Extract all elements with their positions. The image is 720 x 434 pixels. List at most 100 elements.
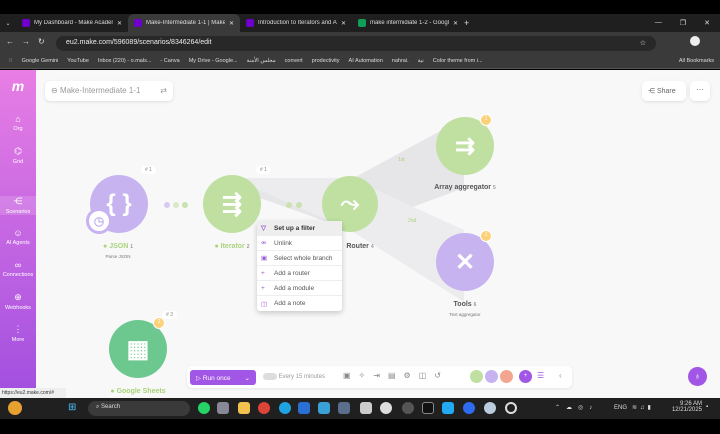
- calculator-icon[interactable]: [338, 402, 350, 414]
- sidebar-item-webhooks[interactable]: ⊕ Webhooks: [0, 292, 36, 311]
- camera-icon[interactable]: [380, 402, 392, 414]
- bookmark[interactable]: My Drive - Google...: [189, 58, 238, 64]
- operations-badge[interactable]: 2: [153, 317, 165, 329]
- bookmark[interactable]: nahrai.: [392, 58, 409, 64]
- module-sublabel: Parse JSON: [105, 254, 131, 259]
- whatsapp-icon[interactable]: [198, 402, 210, 414]
- clock[interactable]: 9:26 AM 12/21/2025: [668, 401, 702, 413]
- add-module-button[interactable]: +: [519, 370, 532, 383]
- make-icon: [22, 19, 30, 27]
- swap-icon[interactable]: ⇄: [160, 86, 167, 95]
- chevron-down-icon[interactable]: ⌄: [245, 374, 250, 382]
- module-label: Tools 6: [453, 301, 477, 308]
- flow-control-icon[interactable]: [470, 370, 483, 383]
- sidebar-item-ai-agents[interactable]: ☺ AI Agents: [0, 228, 36, 246]
- module-iterator[interactable]: ⇶: [203, 175, 261, 233]
- bookmark[interactable]: مجلس الأمنة: [247, 58, 276, 64]
- menu-item-unlink[interactable]: ⚮ Unlink: [257, 236, 342, 251]
- menu-item-add-router[interactable]: + Add a router: [257, 266, 342, 281]
- weather-icon[interactable]: [8, 401, 22, 415]
- settings-icon[interactable]: [217, 402, 229, 414]
- sidebar-item-connections[interactable]: ∞ Connections: [0, 260, 36, 278]
- tab-2[interactable]: Introduction to Iterators and A ✕: [240, 14, 352, 32]
- collapse-icon[interactable]: ‹: [559, 371, 562, 380]
- menu-item-add-module[interactable]: + Add a module: [257, 281, 342, 296]
- bottom-toolbar: ▷ Run once ⌄ Every 15 minutes ▣✧⇥▤⚙◫↺ + ☰…: [187, 366, 572, 388]
- vscode-icon[interactable]: [442, 402, 454, 414]
- close-icon[interactable]: ✕: [341, 20, 346, 27]
- copilot-icon[interactable]: [505, 402, 517, 414]
- close-icon[interactable]: ✕: [117, 20, 122, 27]
- more-icon: ⋮: [13, 324, 23, 334]
- operations-badge[interactable]: 1: [480, 230, 492, 242]
- mail-icon[interactable]: [298, 402, 310, 414]
- address-bar: ←→↻ eu2.make.com/596089/scenarios/834626…: [0, 32, 720, 54]
- sidebar-item-grid[interactable]: ⌬ Grid: [0, 146, 36, 165]
- tool-icons[interactable]: ▣✧⇥▤⚙◫↺: [343, 371, 449, 380]
- bookmark[interactable]: - Canva: [160, 58, 179, 64]
- grid-icon: ⌬: [14, 146, 22, 156]
- edge-icon[interactable]: [279, 402, 291, 414]
- close-icon[interactable]: ✕: [453, 20, 458, 27]
- notepad-icon[interactable]: [318, 402, 330, 414]
- share-button[interactable]: ⋲ Share: [642, 81, 686, 101]
- obs-icon[interactable]: [402, 402, 414, 414]
- bookmark[interactable]: YouTube: [67, 58, 89, 64]
- file-explorer-icon[interactable]: [238, 402, 250, 414]
- close-icon[interactable]: ✕: [229, 20, 234, 27]
- restore-icon[interactable]: ❐: [680, 19, 686, 27]
- bookmark[interactable]: convert: [285, 58, 303, 64]
- back-icon[interactable]: ⊖: [51, 86, 58, 95]
- tab-3[interactable]: make intermidiate 1-2 - Google ✕: [352, 14, 464, 32]
- bookmark[interactable]: Inbox (220) - o.mals...: [98, 58, 152, 64]
- app-icon[interactable]: [484, 402, 496, 414]
- menu-item-select-branch[interactable]: ▣ Select whole branch: [257, 251, 342, 266]
- scenario-title-bar: ⊖ Make-Intermediate 1-1 ⇄: [45, 81, 173, 101]
- clock-app-icon[interactable]: [360, 402, 372, 414]
- sidebar-item-org[interactable]: ⌂ Org: [0, 114, 36, 132]
- bookmark[interactable]: Color theme from i...: [433, 58, 483, 64]
- sidebar-item-more[interactable]: ⋮ More: [0, 324, 36, 343]
- list-icon[interactable]: ☰: [537, 371, 544, 380]
- connections-layer: [232, 118, 464, 302]
- taskbar-search[interactable]: ⌕ Search: [88, 401, 190, 416]
- new-tab-button[interactable]: +: [464, 18, 469, 28]
- language-indicator[interactable]: ENG: [614, 405, 627, 411]
- bookmark[interactable]: نية: [418, 58, 424, 64]
- notifications-icon[interactable]: ▪: [706, 404, 708, 410]
- more-options-button[interactable]: ···: [690, 81, 710, 101]
- make-logo: m: [11, 78, 25, 94]
- all-bookmarks[interactable]: All Bookmarks: [679, 58, 720, 64]
- tab-0[interactable]: My Dashboard - Make Academ ✕: [16, 14, 128, 32]
- zoom-icon[interactable]: [463, 402, 475, 414]
- chrome-icon[interactable]: [258, 402, 270, 414]
- network-volume-battery-icons[interactable]: ≋♫▮: [632, 404, 654, 411]
- hint-bulb-icon[interactable]: ♁: [688, 367, 707, 386]
- star-icon[interactable]: ☆: [640, 39, 646, 47]
- make-icon: [246, 19, 254, 27]
- tab-search-icon[interactable]: ⌄: [0, 20, 16, 27]
- run-once-button[interactable]: ▷ Run once ⌄: [190, 370, 256, 385]
- text-parser-icon[interactable]: [500, 370, 513, 383]
- scenario-title[interactable]: Make-Intermediate 1-1: [60, 86, 140, 95]
- operations-badge[interactable]: 1: [480, 114, 492, 126]
- nav-buttons[interactable]: ←→↻: [6, 37, 53, 46]
- menu-item-set-up-filter[interactable]: ▽ Set up a filter: [257, 221, 342, 236]
- url-input[interactable]: eu2.make.com/596089/scenarios/8346264/ed…: [56, 36, 656, 51]
- bookmark[interactable]: Google Gemini: [22, 58, 59, 64]
- close-window-icon[interactable]: ✕: [704, 19, 710, 27]
- terminal-icon[interactable]: [422, 402, 434, 414]
- schedule-toggle[interactable]: Every 15 minutes: [263, 373, 325, 380]
- apps-icon[interactable]: ⁙: [8, 58, 13, 64]
- menu-item-add-note[interactable]: ◫ Add a note: [257, 296, 342, 311]
- bookmark[interactable]: prodectivity: [312, 58, 340, 64]
- tab-1[interactable]: Make-Intermediate 1-1 | Make ✕: [128, 14, 240, 32]
- tools-shortcut-icon[interactable]: [485, 370, 498, 383]
- bookmark[interactable]: AI Automation: [349, 58, 383, 64]
- profile-avatar[interactable]: [690, 36, 700, 46]
- clock-icon[interactable]: ◷: [86, 208, 112, 234]
- windows-start-icon[interactable]: ⊞: [68, 402, 76, 413]
- minimize-icon[interactable]: —: [655, 19, 662, 27]
- system-tray[interactable]: ⌃☁◎♪: [555, 404, 598, 411]
- sidebar-item-scenarios[interactable]: ⋲ Scenarios: [0, 196, 36, 215]
